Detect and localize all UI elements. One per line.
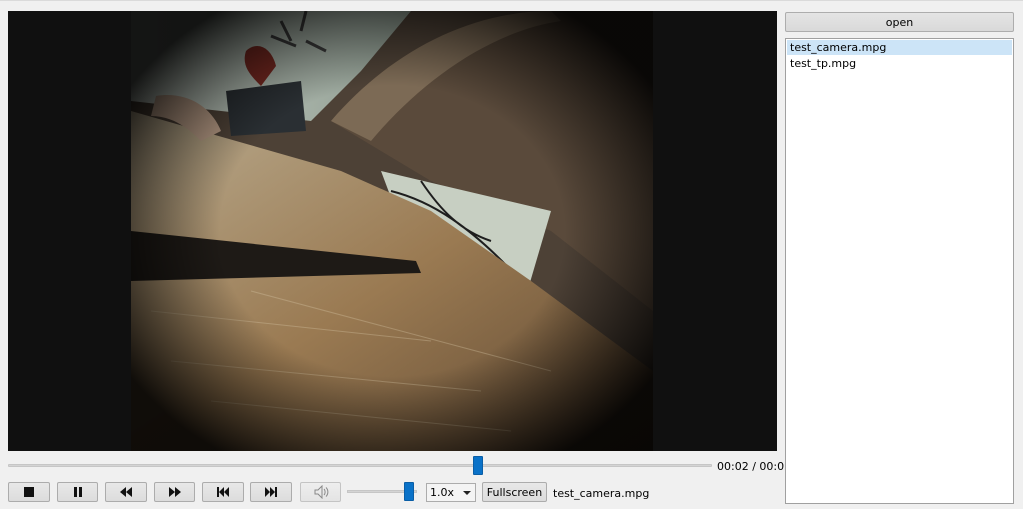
file-list-item[interactable]: test_camera.mpg xyxy=(787,40,1012,55)
stop-button[interactable] xyxy=(8,482,50,502)
rewind-button[interactable] xyxy=(105,482,147,502)
file-list-item[interactable]: test_tp.mpg xyxy=(787,56,1012,71)
skip-previous-icon xyxy=(217,487,229,497)
chevron-down-icon xyxy=(463,491,471,495)
media-player-window: 00:02 / 00:03 1.0x Fullscreen test_camer… xyxy=(0,0,1023,509)
video-frame xyxy=(131,11,653,451)
fullscreen-button[interactable]: Fullscreen xyxy=(482,482,547,502)
stop-icon xyxy=(24,487,34,497)
mute-button[interactable] xyxy=(300,482,341,502)
fast-forward-button[interactable] xyxy=(154,482,195,502)
speaker-icon xyxy=(314,485,328,499)
fast-forward-icon xyxy=(168,487,181,497)
volume-slider-handle[interactable] xyxy=(404,482,414,501)
skip-next-icon xyxy=(265,487,277,497)
playback-speed-select[interactable]: 1.0x xyxy=(426,483,476,502)
skip-previous-button[interactable] xyxy=(202,482,244,502)
seek-bar-handle[interactable] xyxy=(472,456,483,475)
rewind-icon xyxy=(120,487,132,497)
video-display[interactable] xyxy=(8,11,777,451)
pause-button[interactable] xyxy=(57,482,98,502)
current-file-label: test_camera.mpg xyxy=(553,487,650,500)
skip-next-button[interactable] xyxy=(250,482,292,502)
seek-bar-track[interactable] xyxy=(8,464,712,467)
pause-icon xyxy=(73,487,82,497)
file-list[interactable]: test_camera.mpg test_tp.mpg xyxy=(785,38,1014,504)
fisheye-camera-image xyxy=(131,11,653,451)
time-display: 00:02 / 00:03 xyxy=(717,460,792,473)
open-button[interactable]: open xyxy=(785,12,1014,32)
playback-speed-value: 1.0x xyxy=(430,486,455,499)
